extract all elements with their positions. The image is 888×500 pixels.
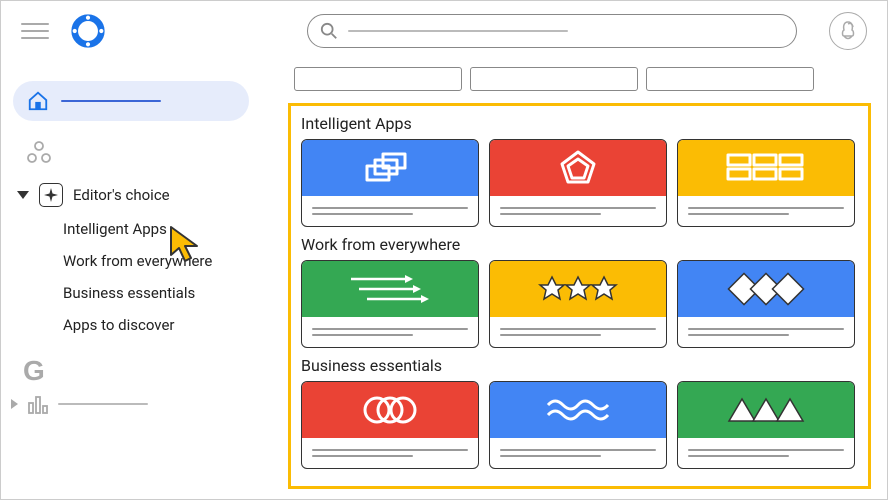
header [1, 1, 887, 61]
tab[interactable] [294, 67, 462, 91]
app-card[interactable] [301, 139, 479, 227]
section-title: Work from everywhere [301, 235, 858, 254]
card-body [678, 196, 854, 226]
sidebar-home[interactable] [13, 81, 249, 121]
card-body [490, 196, 666, 226]
sparkle-icon [39, 183, 63, 207]
chevron-down-icon [17, 191, 29, 199]
card-thumbnail [302, 140, 478, 196]
app-card[interactable] [489, 381, 667, 469]
sidebar-sub-apps-to-discover[interactable]: Apps to discover [1, 309, 261, 341]
card-body [490, 438, 666, 468]
bar-chart-icon [26, 393, 50, 415]
card-thumbnail [302, 261, 478, 317]
menu-icon[interactable] [21, 23, 49, 39]
tab[interactable] [646, 67, 814, 91]
card-body [302, 196, 478, 226]
section-title: Business essentials [301, 356, 858, 375]
app-card[interactable] [677, 139, 855, 227]
card-body [678, 317, 854, 347]
sidebar-home-label [61, 100, 161, 102]
app-card[interactable] [677, 381, 855, 469]
search-bar[interactable] [307, 14, 797, 48]
avatar[interactable] [829, 12, 867, 50]
sidebar-chart-label [58, 403, 148, 405]
main-content: Intelligent Apps Work from everywhere Bu… [288, 103, 871, 489]
section-title: Intelligent Apps [301, 114, 858, 133]
card-thumbnail [490, 261, 666, 317]
search-icon [320, 22, 338, 40]
apps-icon[interactable] [25, 141, 53, 165]
sidebar-editors-choice[interactable]: Editor's choice [7, 177, 261, 213]
card-thumbnail [678, 382, 854, 438]
sidebar-chart[interactable] [11, 393, 261, 415]
sidebar-sub-work-from-everywhere[interactable]: Work from everywhere [1, 245, 261, 277]
card-body [302, 317, 478, 347]
chevron-right-icon [11, 399, 18, 409]
home-icon [27, 90, 49, 112]
card-thumbnail [490, 382, 666, 438]
app-card[interactable] [489, 260, 667, 348]
sidebar-editors-choice-label: Editor's choice [73, 186, 170, 204]
app-card[interactable] [489, 139, 667, 227]
sidebar-sub-intelligent-apps[interactable]: Intelligent Apps [1, 213, 261, 245]
app-card[interactable] [677, 260, 855, 348]
sidebar-sub-business-essentials[interactable]: Business essentials [1, 277, 261, 309]
google-icon[interactable]: G [23, 355, 261, 387]
app-card[interactable] [301, 381, 479, 469]
card-body [678, 438, 854, 468]
card-thumbnail [302, 382, 478, 438]
card-body [490, 317, 666, 347]
avatar-icon [835, 18, 861, 44]
sidebar: Editor's choice Intelligent Apps Work fr… [1, 73, 261, 415]
card-thumbnail [490, 140, 666, 196]
card-thumbnail [678, 261, 854, 317]
app-card[interactable] [301, 260, 479, 348]
tab[interactable] [470, 67, 638, 91]
card-thumbnail [678, 140, 854, 196]
search-placeholder [348, 30, 568, 32]
logo-icon [69, 12, 107, 50]
card-body [302, 438, 478, 468]
